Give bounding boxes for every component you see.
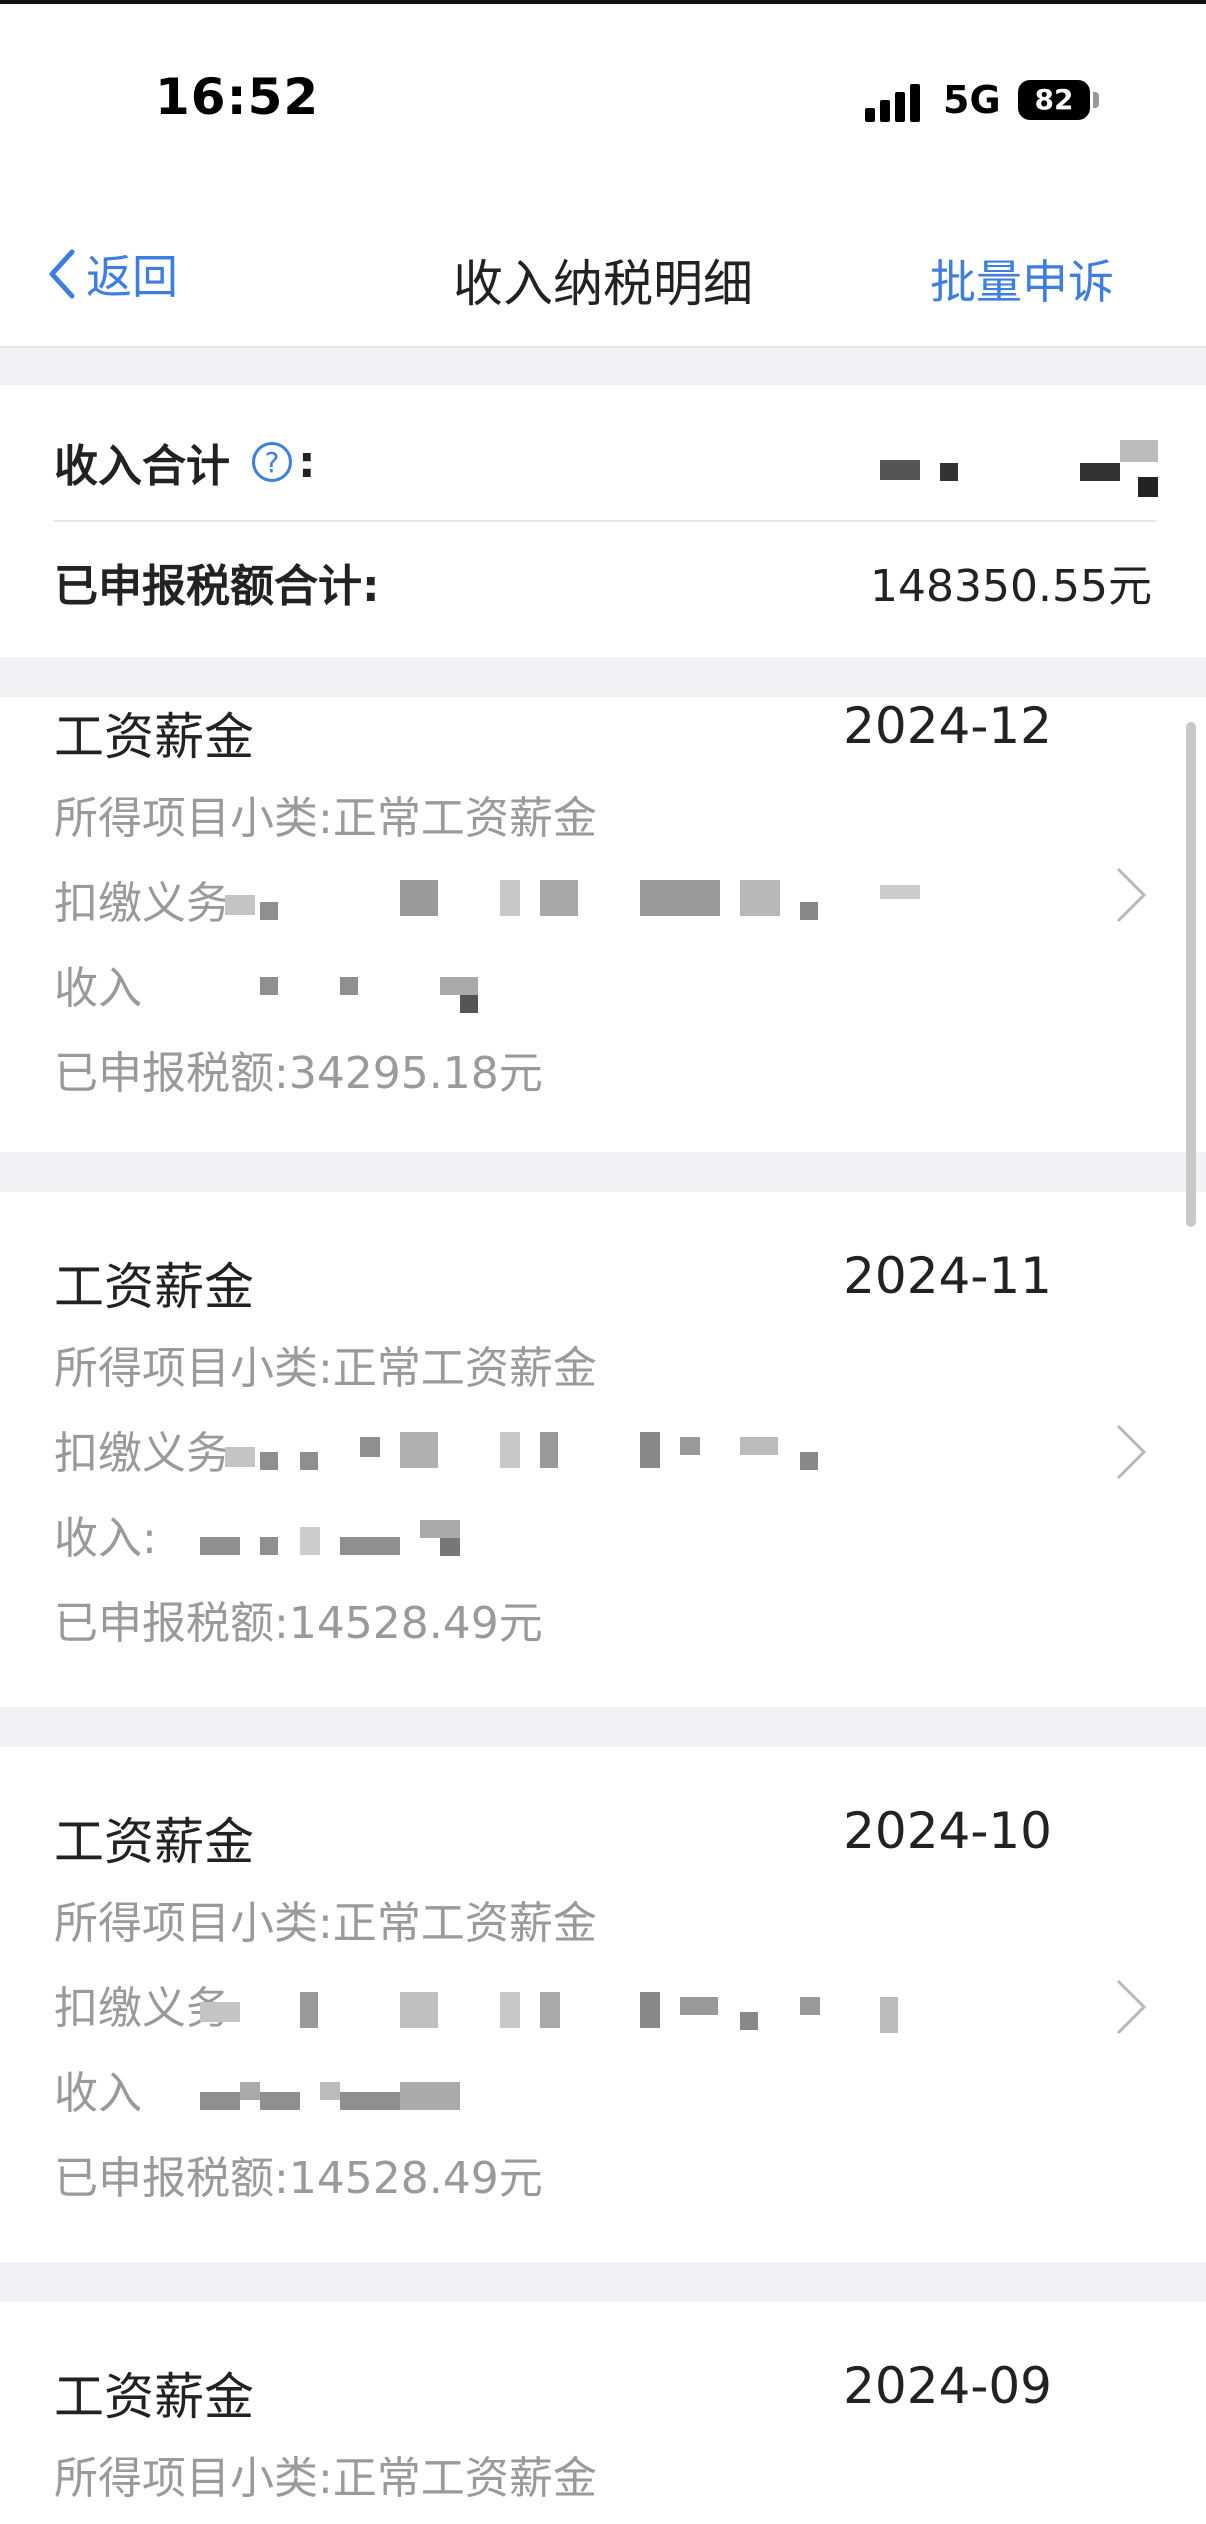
record-period: 2024-09 xyxy=(843,2357,1052,2415)
income-total-colon: : xyxy=(298,436,316,488)
network-type: 5G xyxy=(943,78,1001,122)
status-time: 16:52 xyxy=(155,68,320,126)
record-card[interactable]: 工资薪金 2024-12 所得项目小类:正常工资薪金 扣缴义务 收入 已申报税额… xyxy=(0,697,1206,1152)
record-income-label: 收入 xyxy=(54,963,142,1014)
signal-icon xyxy=(865,82,925,122)
record-subcategory: 所得项目小类:正常工资薪金 xyxy=(54,793,597,844)
record-tax: 已申报税额:34295.18元 xyxy=(54,1048,543,1099)
declared-tax-total-value: 148350.55元 xyxy=(870,561,1152,612)
income-total-label: 收入合计 xyxy=(54,441,230,492)
scrollbar[interactable] xyxy=(1186,722,1196,1227)
record-income-label: 收入: xyxy=(54,1513,157,1564)
record-type: 工资薪金 xyxy=(54,1258,254,1316)
record-type: 工资薪金 xyxy=(54,1813,254,1871)
income-total-row: 收入合计 ? : xyxy=(54,430,316,494)
record-card[interactable]: 工资薪金 2024-09 所得项目小类:正常工资薪金 xyxy=(0,2302,1206,2524)
summary-divider xyxy=(54,520,1156,522)
record-type: 工资薪金 xyxy=(54,2368,254,2426)
record-subcategory: 所得项目小类:正常工资薪金 xyxy=(54,1898,597,1949)
record-period: 2024-11 xyxy=(843,1247,1052,1305)
record-tax: 已申报税额:14528.49元 xyxy=(54,2153,543,2204)
record-card[interactable]: 工资薪金 2024-10 所得项目小类:正常工资薪金 扣缴义务 收入 已申报税额… xyxy=(0,1747,1206,2262)
record-subcategory: 所得项目小类:正常工资薪金 xyxy=(54,2453,597,2504)
record-card[interactable]: 工资薪金 2024-11 所得项目小类:正常工资薪金 扣缴义务 收入: 已申报税… xyxy=(0,1192,1206,1707)
record-withholder-label: 扣缴义务 xyxy=(54,878,230,929)
record-withholder-label: 扣缴义务 xyxy=(54,1428,230,1479)
batch-appeal-button[interactable]: 批量申诉 xyxy=(930,246,1114,312)
declared-tax-total-label: 已申报税额合计: xyxy=(54,561,380,612)
record-period: 2024-12 xyxy=(843,697,1052,755)
chevron-right-icon xyxy=(1116,1979,1147,2035)
battery-icon: 82 xyxy=(1018,80,1090,120)
status-bar: 16:52 5G 82 xyxy=(0,4,1206,184)
nav-bar: 返回 收入纳税明细 批量申诉 xyxy=(0,184,1206,348)
chevron-right-icon xyxy=(1116,867,1147,923)
help-icon[interactable]: ? xyxy=(252,442,292,482)
battery-nub xyxy=(1093,92,1099,108)
record-subcategory: 所得项目小类:正常工资薪金 xyxy=(54,1343,597,1394)
record-income-label: 收入 xyxy=(54,2068,142,2119)
record-tax: 已申报税额:14528.49元 xyxy=(54,1598,543,1649)
record-type: 工资薪金 xyxy=(54,708,254,766)
record-period: 2024-10 xyxy=(843,1802,1052,1860)
chevron-right-icon xyxy=(1116,1424,1147,1480)
summary-section: 收入合计 ? : 已申报税额合计: 148350.55元 xyxy=(0,385,1206,657)
